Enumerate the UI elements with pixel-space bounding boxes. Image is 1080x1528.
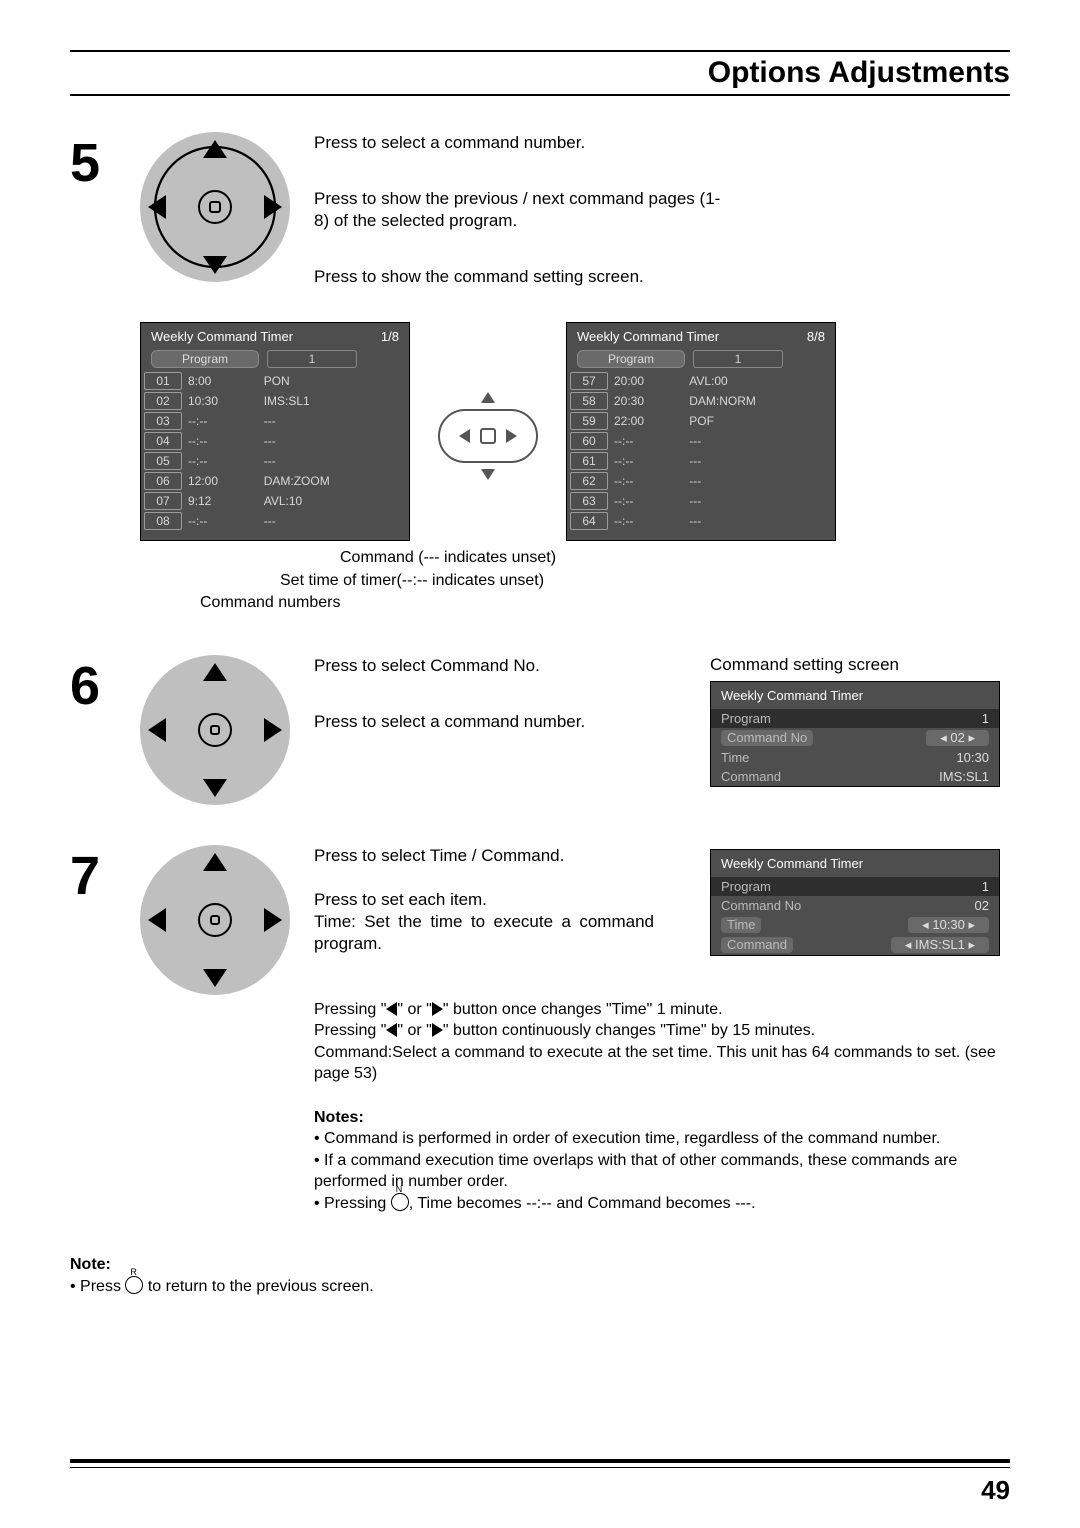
subheading: Command setting screen <box>710 655 1010 675</box>
enter-button-icon <box>198 190 232 224</box>
panel-page: 1/8 <box>381 329 399 344</box>
down-arrow-icon <box>203 969 227 987</box>
down-arrow-icon <box>203 256 227 274</box>
instruction-text: Press to show the command setting screen… <box>314 266 734 288</box>
note-item: • If a command execution time overlaps w… <box>314 1150 1010 1193</box>
callouts: Command (--- indicates unset) Set time o… <box>140 547 1010 614</box>
row-label: Time <box>721 917 761 933</box>
instruction-text: Press to select a command number. <box>314 132 734 154</box>
row-label: Time <box>721 750 749 765</box>
notes-heading: Note: <box>70 1256 111 1273</box>
title-bar: Options Adjustments <box>70 50 1010 96</box>
notes-heading: Notes: <box>314 1109 364 1126</box>
row-label: Command <box>721 769 781 784</box>
row-label: Command No <box>721 898 801 913</box>
body-text: Pressing "" or "" button continuously ch… <box>314 1020 1010 1042</box>
program-value: 1 <box>693 350 783 368</box>
callout-text: Set time of timer(--:-- indicates unset) <box>280 570 1010 592</box>
page-title: Options Adjustments <box>70 52 1010 94</box>
note-item: • Command is performed in order of execu… <box>314 1128 1010 1150</box>
instruction-text: Press to select Time / Command. <box>314 845 700 867</box>
left-arrow-icon <box>386 1023 397 1037</box>
n-key-icon <box>391 1193 409 1211</box>
panel-title: Weekly Command Timer <box>151 329 293 344</box>
program-label: Program <box>577 350 685 368</box>
right-arrow-icon <box>432 1002 443 1016</box>
footer-rule <box>70 1459 1010 1468</box>
note-item: • Press to return to the previous screen… <box>70 1276 1010 1298</box>
note-item: • Pressing , Time becomes --:-- and Comm… <box>314 1193 1010 1215</box>
instruction-text: Press to select Command No. <box>314 655 710 677</box>
body-text: Pressing "" or "" button once changes "T… <box>314 999 1010 1021</box>
step-number: 7 <box>70 845 140 1215</box>
right-arrow-icon <box>264 195 282 219</box>
dpad-icon <box>140 132 290 282</box>
page-number: 49 <box>981 1475 1010 1506</box>
body-text: Command:Select a command to execute at t… <box>314 1042 1010 1085</box>
up-arrow-icon <box>203 663 227 681</box>
step-7: 7 Press to select Time / Command. Press … <box>70 845 1010 1215</box>
instruction-text: Time: Set the time to execute a command … <box>314 911 654 955</box>
left-arrow-icon <box>386 1002 397 1016</box>
enter-button-icon <box>198 713 232 747</box>
row-value: IMS:SL1 <box>939 769 989 784</box>
row-value: 10:30 <box>908 917 989 933</box>
callout-text: Command numbers <box>200 592 1010 614</box>
dpad-icon <box>140 655 290 805</box>
instruction-text: Press to select a command number. <box>314 711 710 733</box>
timer-panel-left: Weekly Command Timer 1/8 Program 1 018:0… <box>140 322 410 541</box>
instruction-text: Press to show the previous / next comman… <box>314 188 734 232</box>
panel-title: Weekly Command Timer <box>711 850 999 877</box>
row-value: 02 <box>975 898 989 913</box>
left-arrow-icon <box>148 195 166 219</box>
up-arrow-icon <box>203 853 227 871</box>
step-6: 6 Press to select Command No. Press to s… <box>70 655 1010 805</box>
command-table: 5720:00AVL:00 5820:30DAM:NORM 5922:00POF… <box>567 370 835 532</box>
command-table: 018:00PON 0210:30IMS:SL1 03--:----- 04--… <box>141 370 409 532</box>
step-number: 6 <box>70 655 140 805</box>
callout-text: Command (--- indicates unset) <box>340 547 1010 569</box>
row-value: 02 <box>926 730 989 746</box>
down-arrow-icon <box>203 779 227 797</box>
bottom-note: Note: • Press to return to the previous … <box>70 1254 1010 1297</box>
right-arrow-icon <box>432 1023 443 1037</box>
up-arrow-icon <box>203 140 227 158</box>
instruction-text: Press to set each item. <box>314 889 700 911</box>
right-arrow-icon <box>264 718 282 742</box>
panel-title: Weekly Command Timer <box>577 329 719 344</box>
panel-page: 8/8 <box>807 329 825 344</box>
left-arrow-icon <box>148 908 166 932</box>
panel-title: Weekly Command Timer <box>711 682 999 709</box>
timer-panel-right: Weekly Command Timer 8/8 Program 1 5720:… <box>566 322 836 541</box>
r-key-icon <box>125 1276 143 1294</box>
step-5: 5 Press to select a comm <box>70 132 1010 615</box>
program-label: Program <box>151 350 259 368</box>
enter-button-icon <box>198 903 232 937</box>
nav-arrows-icon <box>418 322 558 480</box>
row-value: 10:30 <box>956 750 989 765</box>
command-setting-panel: Weekly Command Timer Program1 Command No… <box>710 849 1000 956</box>
dpad-icon <box>140 845 290 995</box>
row-value: IMS:SL1 <box>891 937 989 953</box>
step-number: 5 <box>70 132 140 615</box>
row-label: Command No <box>721 730 813 746</box>
program-value: 1 <box>267 350 357 368</box>
command-setting-panel: Weekly Command Timer Program1 Command No… <box>710 681 1000 787</box>
right-arrow-icon <box>264 908 282 932</box>
row-label: Command <box>721 937 793 953</box>
left-arrow-icon <box>148 718 166 742</box>
